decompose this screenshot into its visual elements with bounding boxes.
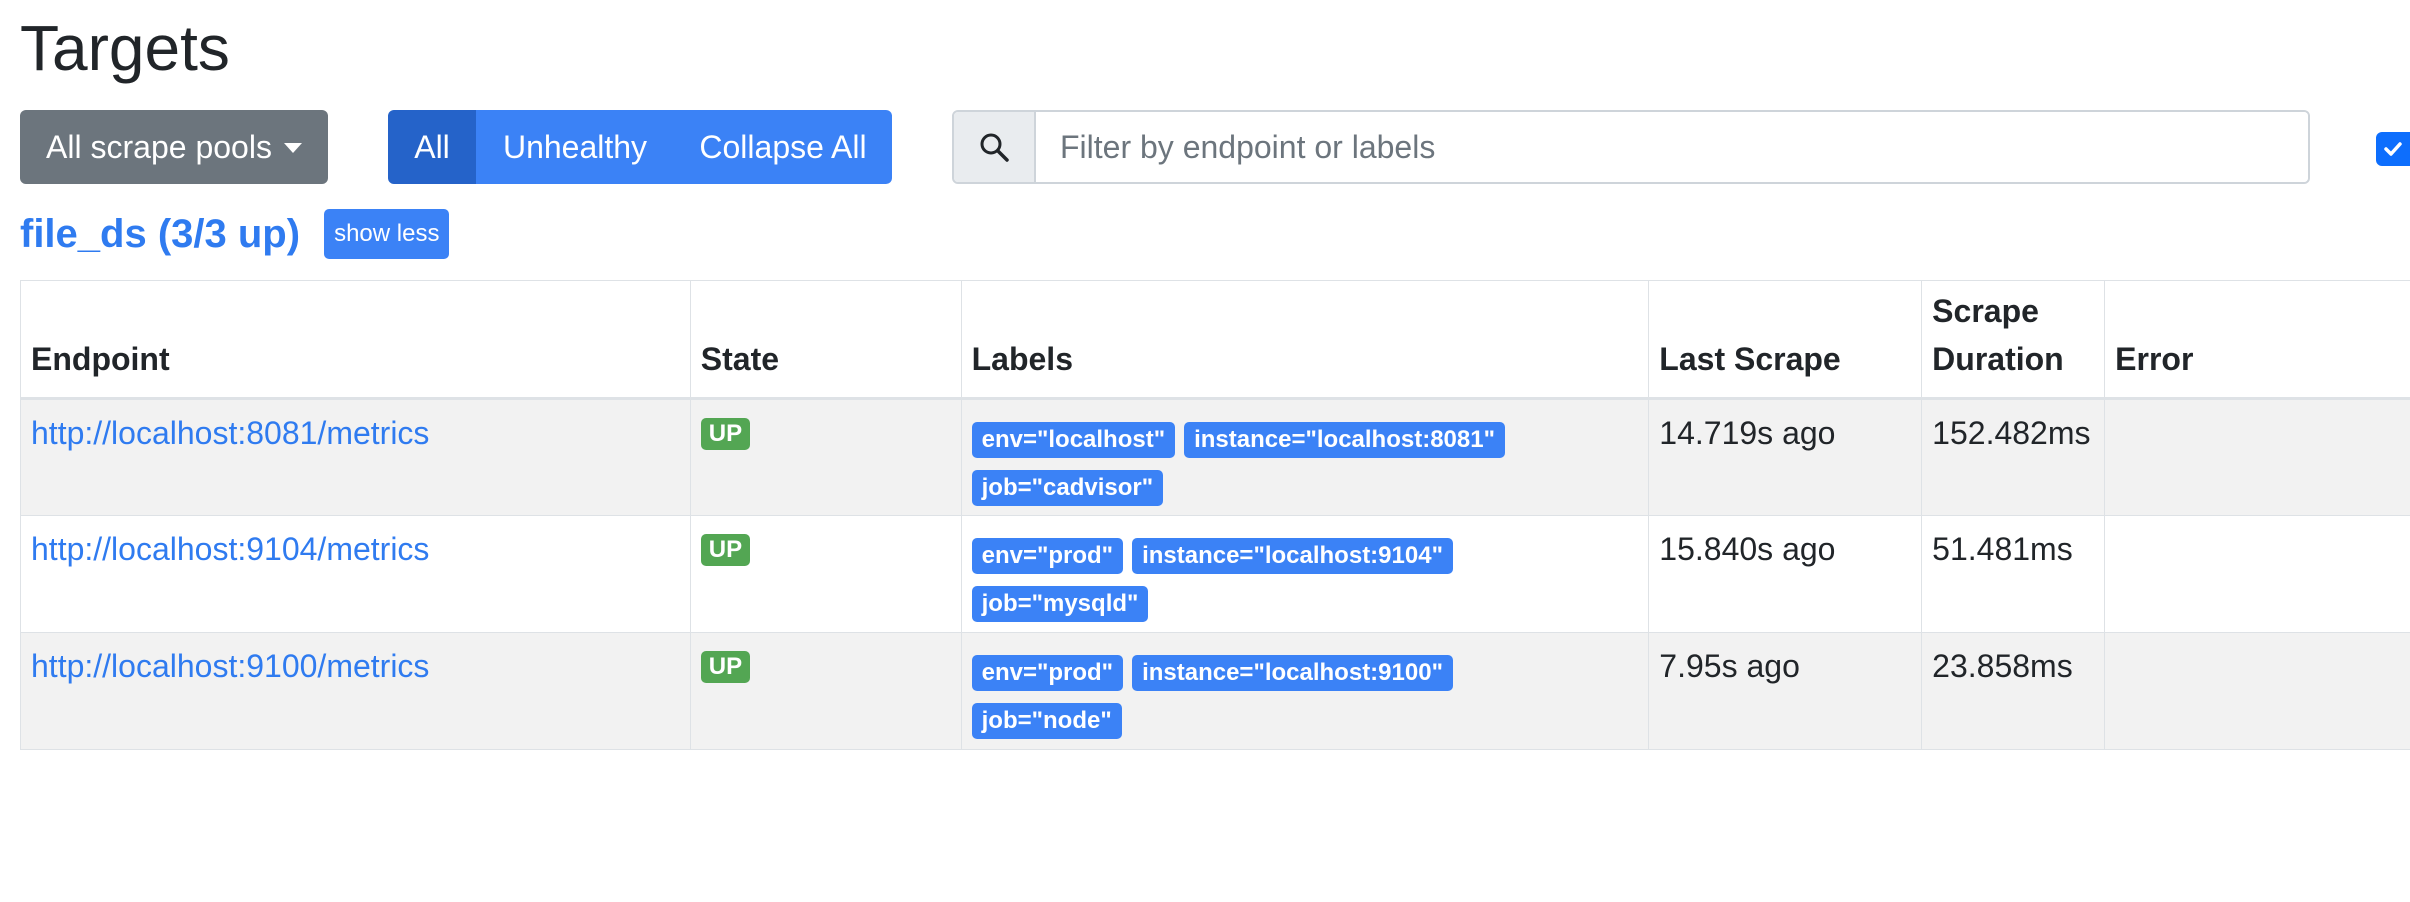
state-badge: UP xyxy=(700,534,751,566)
page-title: Targets xyxy=(20,12,230,84)
label-badge: instance="localhost:9100" xyxy=(1132,655,1453,691)
label-badge: job="node" xyxy=(971,703,1122,739)
last-scrape-value: 14.719s ago xyxy=(1659,415,1836,451)
error-cell xyxy=(2104,515,2410,633)
state-cell: UP xyxy=(689,515,962,633)
filter-unhealthy-button[interactable]: Unhealthy xyxy=(476,110,674,184)
label-badge: job="cadvisor" xyxy=(971,470,1164,506)
checkmark-icon xyxy=(2384,142,2402,156)
pool-header: file_ds (3/3 up) show less xyxy=(20,206,450,262)
endpoint-cell: http://localhost:9100/metrics xyxy=(20,632,691,750)
scrape-duration-value: 152.482ms xyxy=(1932,415,2091,451)
state-badge: UP xyxy=(700,651,751,683)
label-badge: env="localhost" xyxy=(971,422,1176,458)
table-row: http://localhost:8081/metrics UP env="lo… xyxy=(20,398,2410,516)
show-less-button[interactable]: show less xyxy=(324,209,450,259)
table-row: http://localhost:9104/metrics UP env="pr… xyxy=(20,515,2410,633)
label-badge: env="prod" xyxy=(971,538,1124,574)
header-endpoint: Endpoint xyxy=(20,280,691,400)
pool-title-link[interactable]: file_ds (3/3 up) xyxy=(20,206,300,262)
last-scrape-value: 7.95s ago xyxy=(1659,648,1800,684)
endpoint-cell: http://localhost:8081/metrics xyxy=(20,398,691,516)
endpoint-link[interactable]: http://localhost:9100/metrics xyxy=(31,648,429,684)
header-last-scrape: Last Scrape xyxy=(1648,280,1923,400)
scrape-duration-value: 51.481ms xyxy=(1932,531,2073,567)
endpoint-link[interactable]: http://localhost:8081/metrics xyxy=(31,415,429,451)
search-input[interactable] xyxy=(1036,112,2308,182)
last-scrape-cell: 7.95s ago xyxy=(1648,632,1923,750)
table-row: http://localhost:9100/metrics UP env="pr… xyxy=(20,632,2410,750)
header-error: Error xyxy=(2104,280,2410,400)
caret-down-icon xyxy=(283,143,302,153)
label-badge: instance="localhost:8081" xyxy=(1184,422,1505,458)
error-cell xyxy=(2104,632,2410,750)
scrape-pools-dropdown[interactable]: All scrape pools xyxy=(20,110,328,184)
state-cell: UP xyxy=(689,398,962,516)
state-badge: UP xyxy=(700,418,751,450)
filter-all-button[interactable]: All xyxy=(388,110,476,184)
header-state: State xyxy=(689,280,962,400)
collapse-all-button[interactable]: Collapse All xyxy=(674,110,892,184)
header-scrape-duration: Scrape Duration xyxy=(1921,280,2106,400)
checkbox[interactable] xyxy=(2376,132,2410,166)
label-badge: instance="localhost:9104" xyxy=(1132,538,1453,574)
labels-cell: env="localhost" instance="localhost:8081… xyxy=(960,398,1650,516)
label-badge: env="prod" xyxy=(971,655,1124,691)
last-scrape-cell: 15.840s ago xyxy=(1648,515,1923,633)
endpoint-cell: http://localhost:9104/metrics xyxy=(20,515,691,633)
scrape-pools-label: All scrape pools xyxy=(46,128,272,165)
scrape-duration-cell: 152.482ms xyxy=(1921,398,2106,516)
filter-button-group: All Unhealthy Collapse All xyxy=(388,110,892,184)
error-cell xyxy=(2104,398,2410,516)
labels-cell: env="prod" instance="localhost:9104" job… xyxy=(960,515,1650,633)
state-cell: UP xyxy=(689,632,962,750)
last-scrape-value: 15.840s ago xyxy=(1659,531,1836,567)
endpoint-link[interactable]: http://localhost:9104/metrics xyxy=(31,531,429,567)
targets-table: Endpoint State Labels Last Scrape Scrape… xyxy=(20,280,2410,750)
scrape-duration-cell: 51.481ms xyxy=(1921,515,2106,633)
search-icon xyxy=(954,112,1036,182)
header-labels: Labels xyxy=(960,280,1650,400)
scrape-duration-cell: 23.858ms xyxy=(1921,632,2106,750)
search-group xyxy=(952,110,2310,184)
label-badge: job="mysqld" xyxy=(971,586,1149,622)
last-scrape-cell: 14.719s ago xyxy=(1648,398,1923,516)
targets-page: Targets All scrape pools All Unhealthy C… xyxy=(0,0,2410,902)
labels-cell: env="prod" instance="localhost:9100" job… xyxy=(960,632,1650,750)
table-header-row: Endpoint State Labels Last Scrape Scrape… xyxy=(20,280,2410,400)
scrape-duration-value: 23.858ms xyxy=(1932,648,2073,684)
